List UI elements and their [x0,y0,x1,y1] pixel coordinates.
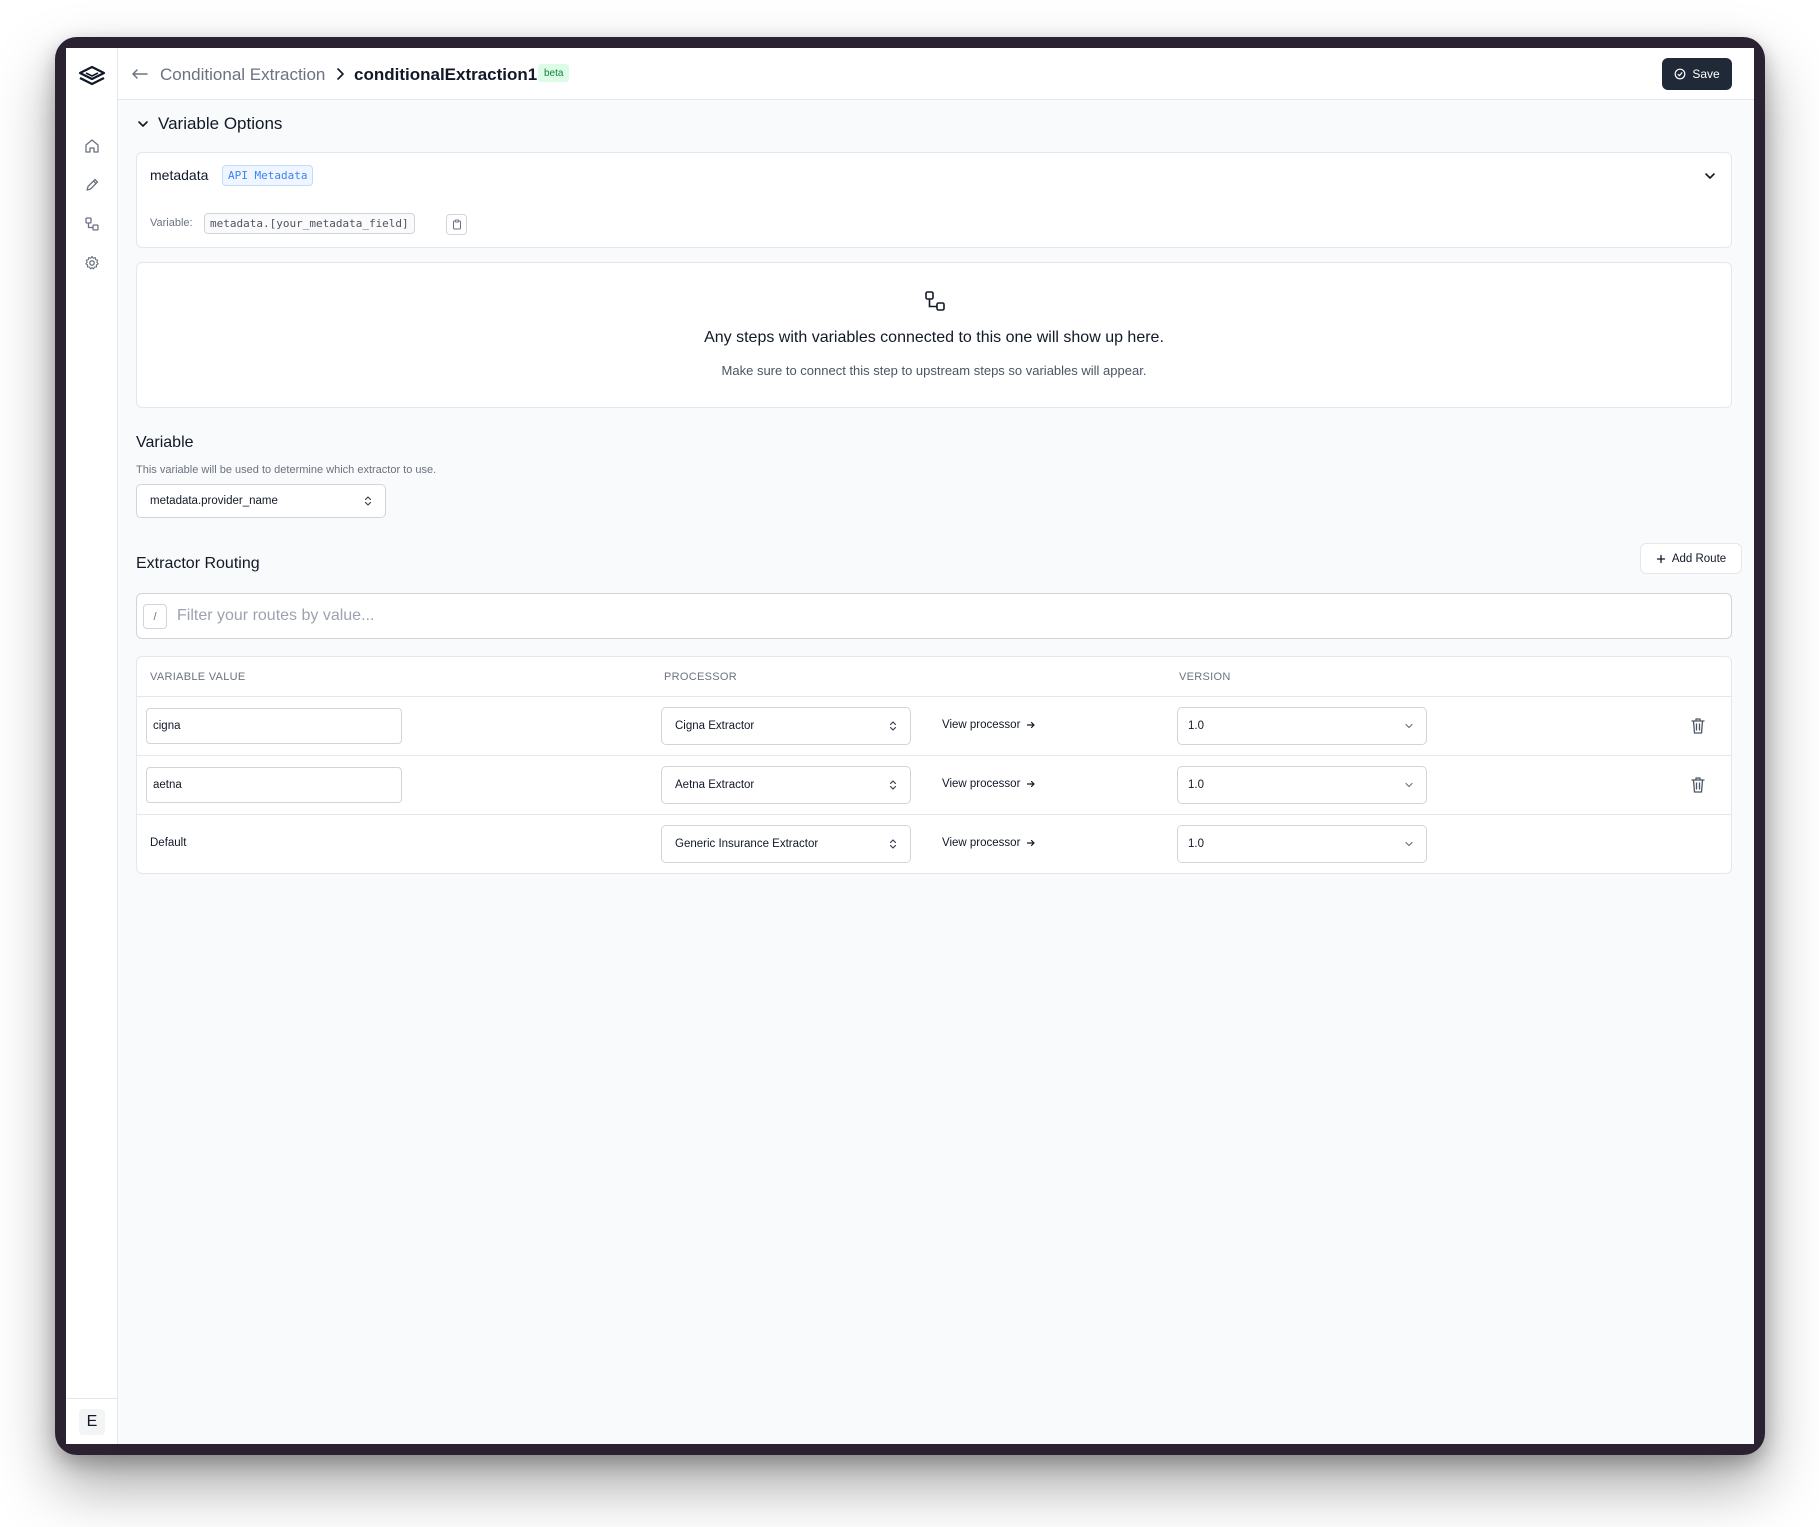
processor-select-value: Aetna Extractor [675,779,755,791]
plus-icon [1656,554,1665,563]
version-select[interactable]: 1.0 [1177,707,1427,745]
page-title: conditionalExtraction1 [354,65,538,84]
logo-icon[interactable] [77,62,107,92]
workflow-icon [923,289,947,313]
processor-select-value: Cigna Extractor [675,720,755,732]
route-filter-input[interactable] [177,602,1677,630]
top-header: Conditional Extraction conditionalExtrac… [118,48,1754,100]
pencil-icon[interactable] [82,175,102,195]
default-route-label: Default [150,837,187,849]
chevron-down-icon [1405,723,1413,729]
version-select[interactable]: 1.0 [1177,825,1427,863]
add-route-label: Add Route [1671,552,1727,565]
clipboard-icon [452,219,461,230]
variable-help-text: This variable will be used to determine … [136,464,437,476]
routing-table: VARIABLE VALUE PROCESSOR VERSION Cigna E… [136,656,1732,874]
variable-select-value: metadata.provider_name [150,495,278,507]
chevron-down-icon[interactable] [1703,169,1717,183]
chevron-right-icon [334,66,348,82]
processor-select[interactable]: Generic Insurance Extractor [661,825,911,863]
variable-value-input[interactable] [146,767,402,803]
chevron-down-icon [1405,782,1413,788]
processor-select[interactable]: Aetna Extractor [661,766,911,804]
check-circle-icon [1674,68,1686,80]
version-select-value: 1.0 [1188,720,1204,732]
back-arrow-icon[interactable] [130,64,150,84]
metadata-name: metadata [150,167,209,183]
view-processor-label: View processor [942,778,1021,790]
app-window: E Conditional Extraction conditionalExtr… [66,48,1754,1444]
sidebar-footer: E [66,1398,118,1444]
variable-options-title: Variable Options [158,114,283,133]
arrow-right-icon [1027,721,1036,729]
view-processor-link[interactable]: View processor [942,837,1036,849]
metadata-card: metadata API Metadata Variable: metadata… [136,152,1732,248]
variable-value-input[interactable] [146,708,402,744]
table-row: Aetna Extractor View processor 1.0 [137,755,1731,814]
view-processor-label: View processor [942,837,1021,849]
avatar[interactable]: E [79,1409,105,1435]
version-select-value: 1.0 [1188,779,1204,791]
chevron-down-icon [138,121,148,127]
version-select-value: 1.0 [1188,838,1204,850]
route-filter: / [136,593,1732,639]
beta-badge: beta [538,64,570,82]
table-row: Cigna Extractor View processor 1.0 [137,696,1731,755]
arrow-right-icon [1027,780,1036,788]
sidebar: E [66,48,118,1444]
variable-select[interactable]: metadata.provider_name [136,484,386,518]
chevron-up-down-icon [889,780,897,790]
trash-icon[interactable] [1689,716,1707,736]
save-label: Save [1692,67,1720,81]
table-row: Default Generic Insurance Extractor View… [137,814,1731,873]
variable-code: metadata.[your_metadata_field] [204,213,415,234]
view-processor-link[interactable]: View processor [942,719,1036,731]
empty-state-card: Any steps with variables connected to th… [136,262,1732,408]
processor-select-value: Generic Insurance Extractor [675,838,819,850]
empty-state-subtitle: Make sure to connect this step to upstre… [721,363,1147,378]
save-button[interactable]: Save [1662,58,1732,90]
chevron-down-icon [1405,841,1413,847]
view-processor-link[interactable]: View processor [942,778,1036,790]
column-header-processor: PROCESSOR [664,671,737,683]
view-processor-label: View processor [942,719,1021,731]
main-content: Variable Options metadata API Metadata V… [118,100,1754,1444]
shortcut-key-badge: / [143,604,167,629]
chevron-up-down-icon [889,721,897,731]
home-icon[interactable] [82,136,102,156]
copy-button[interactable] [446,214,467,235]
gear-icon[interactable] [82,253,102,273]
breadcrumb-parent[interactable]: Conditional Extraction [160,65,325,85]
version-select[interactable]: 1.0 [1177,766,1427,804]
column-header-version: VERSION [1179,671,1231,683]
add-route-button[interactable]: Add Route [1640,543,1742,574]
extractor-routing-heading: Extractor Routing [136,555,260,572]
variable-options-toggle[interactable]: Variable Options [136,114,282,134]
chevron-up-down-icon [889,839,897,849]
variable-label: Variable: [150,217,193,229]
api-metadata-badge: API Metadata [222,165,314,186]
processor-select[interactable]: Cigna Extractor [661,707,911,745]
variable-heading: Variable [136,434,194,451]
chevron-up-down-icon [364,496,372,506]
empty-state-title: Any steps with variables connected to th… [704,329,1164,346]
trash-icon[interactable] [1689,775,1707,795]
arrow-right-icon [1027,839,1036,847]
column-header-variable-value: VARIABLE VALUE [150,671,246,683]
workflow-icon[interactable] [82,214,102,234]
